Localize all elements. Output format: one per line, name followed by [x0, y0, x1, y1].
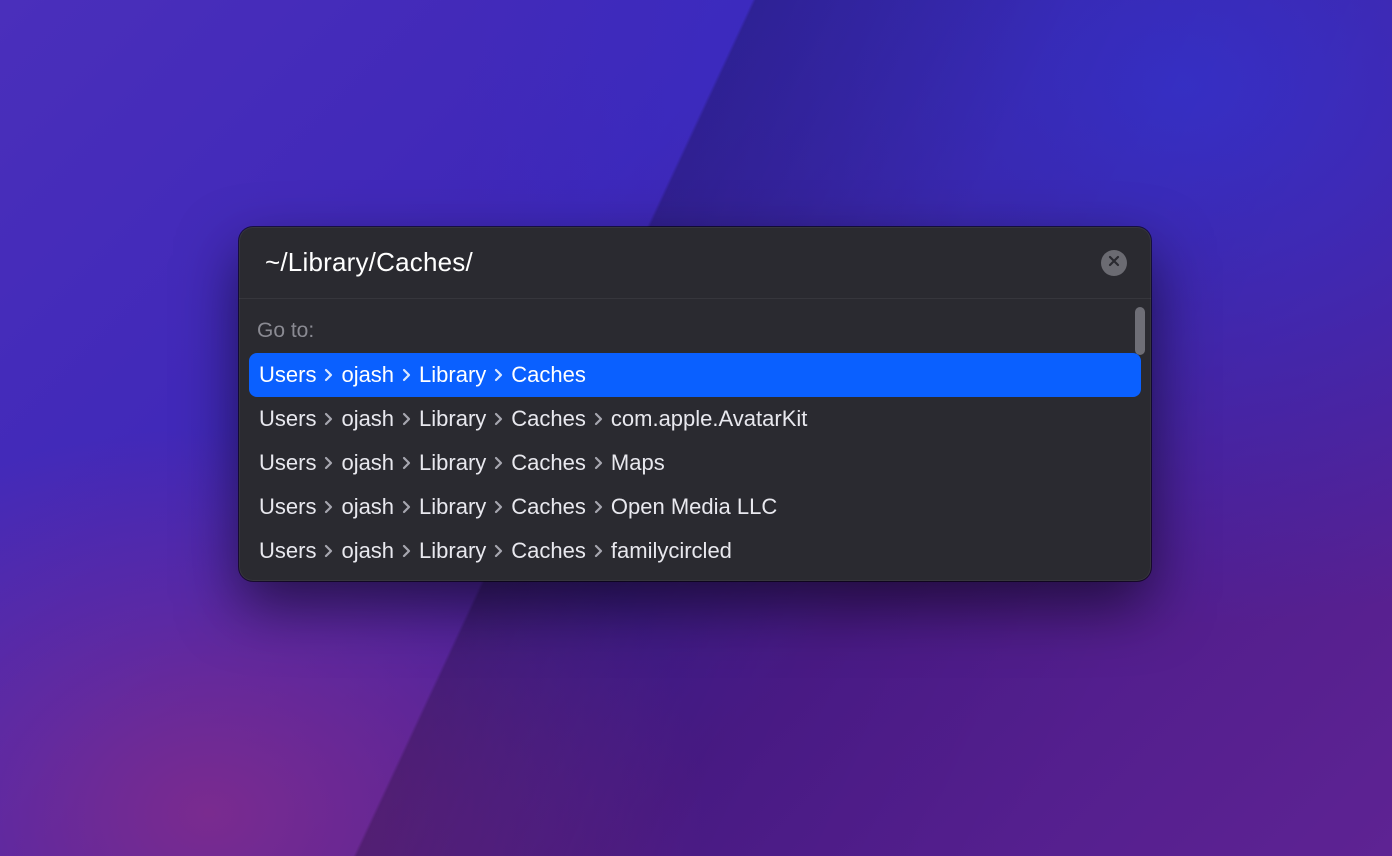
- result-row[interactable]: Users ojash Library Caches com.apple.AvatarK…: [249, 397, 1141, 441]
- chevron-right-icon: [594, 412, 603, 426]
- path-segment: Open Media LLC: [611, 494, 777, 520]
- path-segment: Users: [259, 406, 316, 432]
- chevron-right-icon: [402, 456, 411, 470]
- section-label: Go to:: [249, 315, 1141, 353]
- result-row[interactable]: Users ojash Library Caches familycircled: [249, 529, 1141, 573]
- chevron-right-icon: [494, 544, 503, 558]
- path-segment: Caches: [511, 538, 586, 564]
- path-segment: Library: [419, 538, 486, 564]
- chevron-right-icon: [594, 500, 603, 514]
- path-segment: Users: [259, 362, 316, 388]
- results-scroll-area[interactable]: Go to: Users ojash Library Caches Users ojash…: [239, 299, 1151, 581]
- path-segment: Caches: [511, 494, 586, 520]
- path-segment: Library: [419, 450, 486, 476]
- path-segment: Library: [419, 406, 486, 432]
- result-row[interactable]: Users ojash Library Caches Open Media LLC: [249, 485, 1141, 529]
- path-segment: ojash: [341, 406, 394, 432]
- chevron-right-icon: [324, 456, 333, 470]
- path-segment: familycircled: [611, 538, 732, 564]
- path-segment: Caches: [511, 450, 586, 476]
- chevron-right-icon: [402, 544, 411, 558]
- chevron-right-icon: [594, 456, 603, 470]
- chevron-right-icon: [324, 368, 333, 382]
- path-segment: Users: [259, 494, 316, 520]
- chevron-right-icon: [402, 500, 411, 514]
- chevron-right-icon: [494, 412, 503, 426]
- path-segment: Caches: [511, 362, 586, 388]
- chevron-right-icon: [402, 368, 411, 382]
- chevron-right-icon: [594, 544, 603, 558]
- scrollbar-thumb[interactable]: [1135, 307, 1145, 355]
- results-list: Users ojash Library Caches Users ojash Library…: [249, 353, 1141, 573]
- chevron-right-icon: [494, 368, 503, 382]
- path-segment: Users: [259, 450, 316, 476]
- clear-button[interactable]: [1101, 250, 1127, 276]
- chevron-right-icon: [324, 544, 333, 558]
- path-segment: ojash: [341, 494, 394, 520]
- path-segment: ojash: [341, 450, 394, 476]
- path-segment: Maps: [611, 450, 665, 476]
- result-row[interactable]: Users ojash Library Caches Maps: [249, 441, 1141, 485]
- dialog-body: Go to: Users ojash Library Caches Users ojash…: [239, 299, 1151, 581]
- path-segment: com.apple.AvatarKit: [611, 406, 807, 432]
- result-row[interactable]: Users ojash Library Caches: [249, 353, 1141, 397]
- path-input[interactable]: [265, 247, 1085, 278]
- go-to-folder-dialog: Go to: Users ojash Library Caches Users ojash…: [239, 227, 1151, 581]
- chevron-right-icon: [324, 412, 333, 426]
- close-icon: [1108, 255, 1120, 270]
- path-segment: ojash: [341, 538, 394, 564]
- chevron-right-icon: [494, 456, 503, 470]
- dialog-header: [239, 227, 1151, 299]
- chevron-right-icon: [324, 500, 333, 514]
- chevron-right-icon: [402, 412, 411, 426]
- chevron-right-icon: [494, 500, 503, 514]
- path-segment: ojash: [341, 362, 394, 388]
- scrollbar-track[interactable]: [1135, 307, 1145, 573]
- path-segment: Library: [419, 362, 486, 388]
- path-segment: Users: [259, 538, 316, 564]
- path-segment: Caches: [511, 406, 586, 432]
- path-segment: Library: [419, 494, 486, 520]
